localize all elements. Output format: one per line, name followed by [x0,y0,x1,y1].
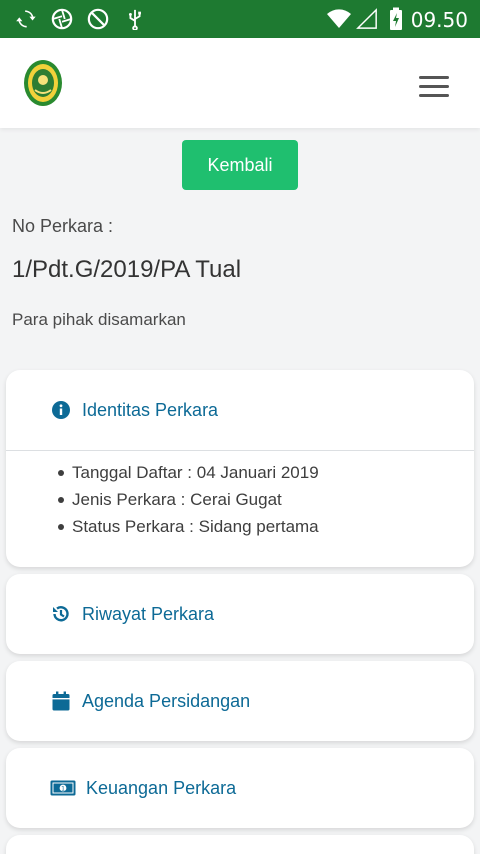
section-title: Identitas Perkara [82,399,219,420]
section-header-identitas[interactable]: Identitas Perkara [6,370,474,450]
section-keuangan-perkara[interactable]: 1 Keuangan Perkara [6,748,474,828]
case-number-value: 1/Pdt.G/2019/PA Tual [12,256,242,283]
svg-text:1: 1 [61,785,65,792]
back-button[interactable]: Kembali [182,140,298,190]
signal-icon [355,7,379,31]
section-title: Riwayat Perkara [82,603,215,624]
no-sim-icon [86,7,110,31]
court-emblem-logo[interactable] [22,58,64,108]
clock-time: 09.50 [410,8,468,32]
section-riwayat-perkara[interactable]: Riwayat Perkara [6,574,474,654]
info-icon [50,399,72,421]
section-agenda-persidangan[interactable]: Agenda Persidangan [6,661,474,741]
list-item: Jenis Perkara : Cerai Gugat [58,486,474,513]
battery-icon [384,7,408,31]
section-title: Agenda Persidangan [82,690,251,711]
sync-icon [14,7,38,31]
list-item: Status Perkara : Sidang pertama [58,513,474,540]
section-next-card[interactable] [6,835,474,854]
section-identitas-perkara: Identitas Perkara Tanggal Daftar : 04 Ja… [6,370,474,567]
aperture-icon [50,7,74,31]
hamburger-menu-icon[interactable] [419,76,451,98]
parties-note: Para pihak disamarkan [12,310,186,329]
section-body-identitas: Tanggal Daftar : 04 Januari 2019 Jenis P… [6,451,474,540]
history-icon [50,603,72,625]
case-number-label: No Perkara : [12,216,114,236]
app-header [0,38,480,128]
usb-icon [123,7,147,31]
list-item: Tanggal Daftar : 04 Januari 2019 [58,459,474,486]
calendar-icon [50,690,72,712]
money-icon: 1 [50,777,76,799]
section-title: Keuangan Perkara [86,777,237,798]
status-bar: 09.50 [0,0,480,38]
wifi-icon [327,7,351,31]
